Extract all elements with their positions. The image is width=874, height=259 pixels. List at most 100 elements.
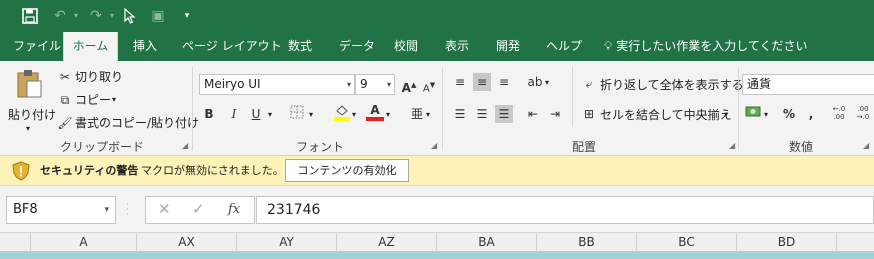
tab-page-layout[interactable]: ページ レイアウト	[182, 32, 282, 61]
enter-icon[interactable]: ✓	[192, 200, 205, 218]
save-icon[interactable]	[20, 6, 40, 30]
copy-dropdown-icon[interactable]: ▾	[112, 92, 116, 108]
wrap-text-icon[interactable]: ⤶	[580, 75, 598, 93]
tab-help[interactable]: ヘルプ	[546, 32, 582, 61]
format-painter-icon[interactable]: 🖌︎	[56, 114, 74, 132]
tab-formulas[interactable]: 数式	[288, 32, 312, 61]
increase-decimal-button[interactable]: ←.0 .00	[830, 105, 848, 123]
copy-label[interactable]: コピー	[75, 92, 111, 108]
redo-dropdown-icon[interactable]: ▾	[102, 6, 122, 26]
column-header[interactable]: A	[31, 233, 137, 252]
orientation-icon[interactable]: ab	[526, 73, 544, 91]
font-size-dropdown[interactable]: 9 ▾	[355, 74, 395, 95]
formula-bar-grip-icon: · · ·	[126, 200, 129, 220]
orientation-dropdown-icon[interactable]: ▾	[545, 75, 549, 91]
tab-review[interactable]: 校閲	[394, 32, 418, 61]
percent-style-button[interactable]: %	[780, 105, 798, 123]
cut-icon[interactable]: ✂	[56, 68, 74, 86]
shield-warning-icon	[12, 161, 30, 184]
formula-input[interactable]: 231746	[256, 196, 874, 224]
copy-icon[interactable]: ⧉	[56, 91, 74, 109]
format-painter-label[interactable]: 書式のコピー/貼り付け	[75, 115, 199, 131]
column-header[interactable]: BA	[437, 233, 537, 252]
undo-dropdown-icon[interactable]: ▾	[66, 6, 86, 26]
cancel-icon[interactable]: ✕	[158, 200, 171, 218]
font-name-dropdown[interactable]: Meiryo UI ▾	[199, 74, 355, 95]
decrease-indent-icon[interactable]: ⇤	[524, 105, 542, 123]
align-middle-icon[interactable]: ≡	[473, 73, 491, 91]
alignment-launcher-icon[interactable]: ◢	[729, 141, 735, 150]
tab-view[interactable]: 表示	[445, 32, 469, 61]
merge-dropdown-icon[interactable]: ▾	[724, 107, 728, 123]
bold-button[interactable]: B	[200, 105, 218, 123]
select-all-corner[interactable]	[0, 233, 31, 252]
phonetic-dropdown-icon[interactable]: ▾	[426, 107, 430, 123]
chevron-down-icon: ▾	[346, 80, 351, 89]
font-launcher-icon[interactable]: ◢	[431, 141, 437, 150]
enable-content-button[interactable]: コンテンツの有効化	[285, 159, 409, 182]
ribbon-home: 貼り付け ▾ ✂ 切り取り ⧉ コピー ▾ 🖌︎ 書式のコピー/貼り付け クリッ…	[0, 61, 874, 156]
name-box[interactable]: BF8 ▾	[6, 196, 116, 224]
tab-insert[interactable]: 挿入	[133, 32, 157, 61]
column-header[interactable]: BC	[637, 233, 737, 252]
chevron-down-icon[interactable]: ▾	[104, 197, 109, 223]
italic-button[interactable]: I	[225, 105, 243, 123]
borders-icon[interactable]	[288, 105, 306, 123]
font-size-value: 9	[360, 77, 368, 91]
number-format-dropdown[interactable]: 通貨	[742, 74, 874, 95]
wrap-text-label[interactable]: 折り返して全体を表示する	[600, 77, 744, 93]
column-header[interactable]: AY	[237, 233, 337, 252]
tab-file[interactable]: ファイル	[13, 32, 61, 61]
align-left-icon[interactable]: ☰	[451, 105, 469, 123]
alignment-group-label: 配置	[572, 140, 597, 154]
align-center-icon[interactable]: ☰	[473, 105, 491, 123]
borders-dropdown-icon[interactable]: ▾	[309, 107, 313, 123]
tab-developer[interactable]: 開発	[496, 32, 520, 61]
lightbulb-icon: 💡︎	[604, 39, 613, 53]
chevron-down-icon: ▾	[386, 80, 391, 89]
separator	[192, 67, 193, 151]
align-right-icon[interactable]: ☰	[495, 105, 513, 123]
align-top-icon[interactable]: ≡	[451, 73, 469, 91]
underline-button[interactable]: U	[247, 105, 265, 123]
accounting-format-icon[interactable]	[744, 105, 762, 123]
font-color-dropdown-icon[interactable]: ▾	[386, 107, 390, 123]
font-group-label: フォント	[296, 140, 345, 154]
clipboard-launcher-icon[interactable]: ◢	[182, 141, 188, 150]
font-color-icon[interactable]: A	[366, 103, 384, 121]
paste-button[interactable]: 貼り付け ▾	[6, 67, 56, 133]
accounting-dropdown-icon[interactable]: ▾	[764, 107, 768, 123]
merge-center-label[interactable]: セルを結合して中央揃え	[600, 107, 732, 123]
column-header[interactable]: BB	[537, 233, 637, 252]
quick-access-toolbar: ↶ ▾ ↷ ▾ ▣ ▾	[0, 0, 874, 32]
column-header[interactable]: AX	[137, 233, 237, 252]
cut-label[interactable]: 切り取り	[75, 69, 123, 85]
font-name-value: Meiryo UI	[204, 77, 261, 91]
insert-function-icon[interactable]: fx	[228, 202, 240, 217]
column-header[interactable]: AZ	[337, 233, 437, 252]
tell-me-box[interactable]: 💡︎ 実行したい作業を入力してください	[604, 32, 808, 61]
fill-color-dropdown-icon[interactable]: ▾	[352, 107, 356, 123]
column-header[interactable]	[837, 233, 874, 252]
tab-home[interactable]: ホーム	[63, 32, 118, 61]
formula-bar: BF8 ▾ · · · ✕ ✓ fx 231746	[0, 186, 874, 232]
increase-indent-icon[interactable]: ⇥	[546, 105, 564, 123]
customize-icon[interactable]: ▾	[177, 6, 197, 26]
number-launcher-icon[interactable]: ◢	[863, 141, 869, 150]
align-bottom-icon[interactable]: ≡	[495, 73, 513, 91]
grow-font-icon[interactable]: A▲	[400, 76, 418, 95]
underline-dropdown-icon[interactable]: ▾	[268, 107, 272, 123]
comma-style-button[interactable]: ,	[802, 105, 820, 123]
decrease-decimal-button[interactable]: .00 →.0	[854, 105, 872, 123]
fill-color-icon[interactable]	[333, 103, 351, 121]
pointer-icon[interactable]	[120, 6, 140, 30]
format-painter-icon[interactable]: ▣	[148, 6, 168, 26]
phonetic-guide-icon[interactable]: 亜	[408, 105, 426, 123]
tab-data[interactable]: データ	[339, 32, 375, 61]
security-title: セキュリティの警告	[40, 164, 139, 177]
separator	[738, 67, 739, 151]
shrink-font-icon[interactable]: A▼	[420, 76, 438, 94]
merge-center-icon[interactable]: ⊞	[580, 105, 598, 123]
first-row-cells[interactable]	[0, 252, 874, 259]
column-header[interactable]: BD	[737, 233, 837, 252]
